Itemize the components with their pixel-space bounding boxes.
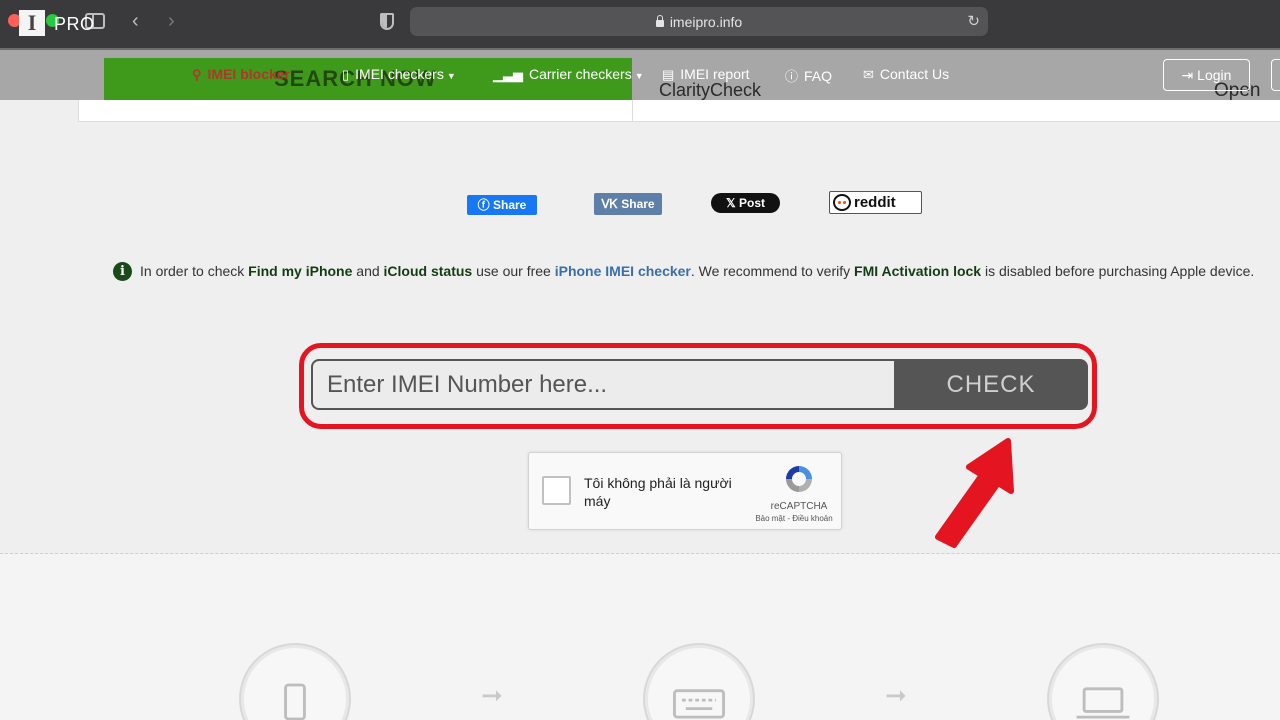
recaptcha-label: Tôi không phải là người máy [584,475,732,509]
iphone-imei-checker-link[interactable]: iPhone IMEI checker [555,263,691,279]
forward-arrow-icon[interactable]: › [168,10,175,32]
url-text: imeipro.info [410,14,988,30]
login-button[interactable]: ⇥ Login [1163,59,1250,91]
fmi-activation-lock-text: FMI Activation lock [854,263,982,279]
vk-icon: ᐯᏦ [601,197,618,211]
nav-carrier-checkers[interactable]: ▁▃▅ Carrier checkers ▼ [493,66,644,83]
laptop-icon [1076,687,1130,719]
site-logo-text[interactable]: PRO [54,14,95,35]
x-post-button[interactable]: 𝕏 Post [711,193,780,213]
signal-icon: ▁▃▅ [493,67,523,82]
recaptcha-widget: Tôi không phải là người máy reCAPTCHA Bả… [528,452,842,530]
icloud-status-text: iCloud status [383,263,473,279]
nav-imei-report[interactable]: ▤ IMEI report [662,66,750,83]
reload-icon[interactable]: ↻ [967,12,980,30]
vk-share-button[interactable]: ᐯᏦ Share [594,193,662,215]
privacy-shield-icon[interactable] [380,13,394,30]
reddit-share-button[interactable]: reddit [829,191,922,214]
x-icon: 𝕏 [725,196,736,210]
nav-faq[interactable]: ⓘ FAQ [785,66,832,85]
caret-down-icon: ▼ [634,71,644,81]
phone-icon: ▯ [342,67,350,82]
reddit-alien-icon [833,194,851,211]
step-arrow-icon: ➞ [481,680,503,710]
browser-toolbar: ‹ › imeipro.info ↻ [0,0,1280,48]
fmi-info-message: i In order to check Find my iPhone and iC… [113,260,1263,283]
info-icon: i [113,262,132,281]
login-icon: ⇥ [1181,67,1194,83]
recaptcha-brand: reCAPTCHA [770,501,828,512]
back-arrow-icon[interactable]: ‹ [132,10,139,32]
ad-divider [632,100,633,122]
recaptcha-logo-icon [786,466,812,492]
ad-banner-bottom [78,100,1280,122]
search-icon: ⚲ [192,67,202,82]
imei-input[interactable] [311,359,895,410]
facebook-share-button[interactable]: ⓕ Share [467,195,537,215]
recaptcha-terms-links[interactable]: Bảo mật - Điều khoản [744,514,844,523]
site-logo[interactable]: I [19,10,45,36]
keyboard-icon [673,689,725,719]
red-pointer-arrow-icon [935,438,1014,548]
smartphone-icon [284,683,306,720]
menu-toggle-button[interactable] [1271,59,1280,91]
navbar-divider [0,48,1280,50]
facebook-icon: ⓕ [477,198,490,212]
caret-down-icon: ▼ [446,71,456,81]
document-icon: ▤ [662,67,675,82]
check-button[interactable]: CHECK [894,359,1088,410]
nav-imei-blocker[interactable]: ⚲ IMEI blocker [192,66,290,83]
envelope-icon: ✉ [863,67,874,82]
find-my-iphone-text: Find my iPhone [248,263,353,279]
address-bar[interactable]: imeipro.info ↻ [410,7,988,36]
lock-icon [655,15,664,27]
nav-contact-us[interactable]: ✉ Contact Us [863,66,949,83]
nav-imei-checkers[interactable]: ▯ IMEI checkers ▼ [342,66,456,83]
info-circle-icon: ⓘ [785,69,799,84]
step-arrow-icon: ➞ [885,680,907,710]
ad-brand-text[interactable]: ClarityCheck [659,80,761,101]
recaptcha-checkbox[interactable] [542,476,571,505]
